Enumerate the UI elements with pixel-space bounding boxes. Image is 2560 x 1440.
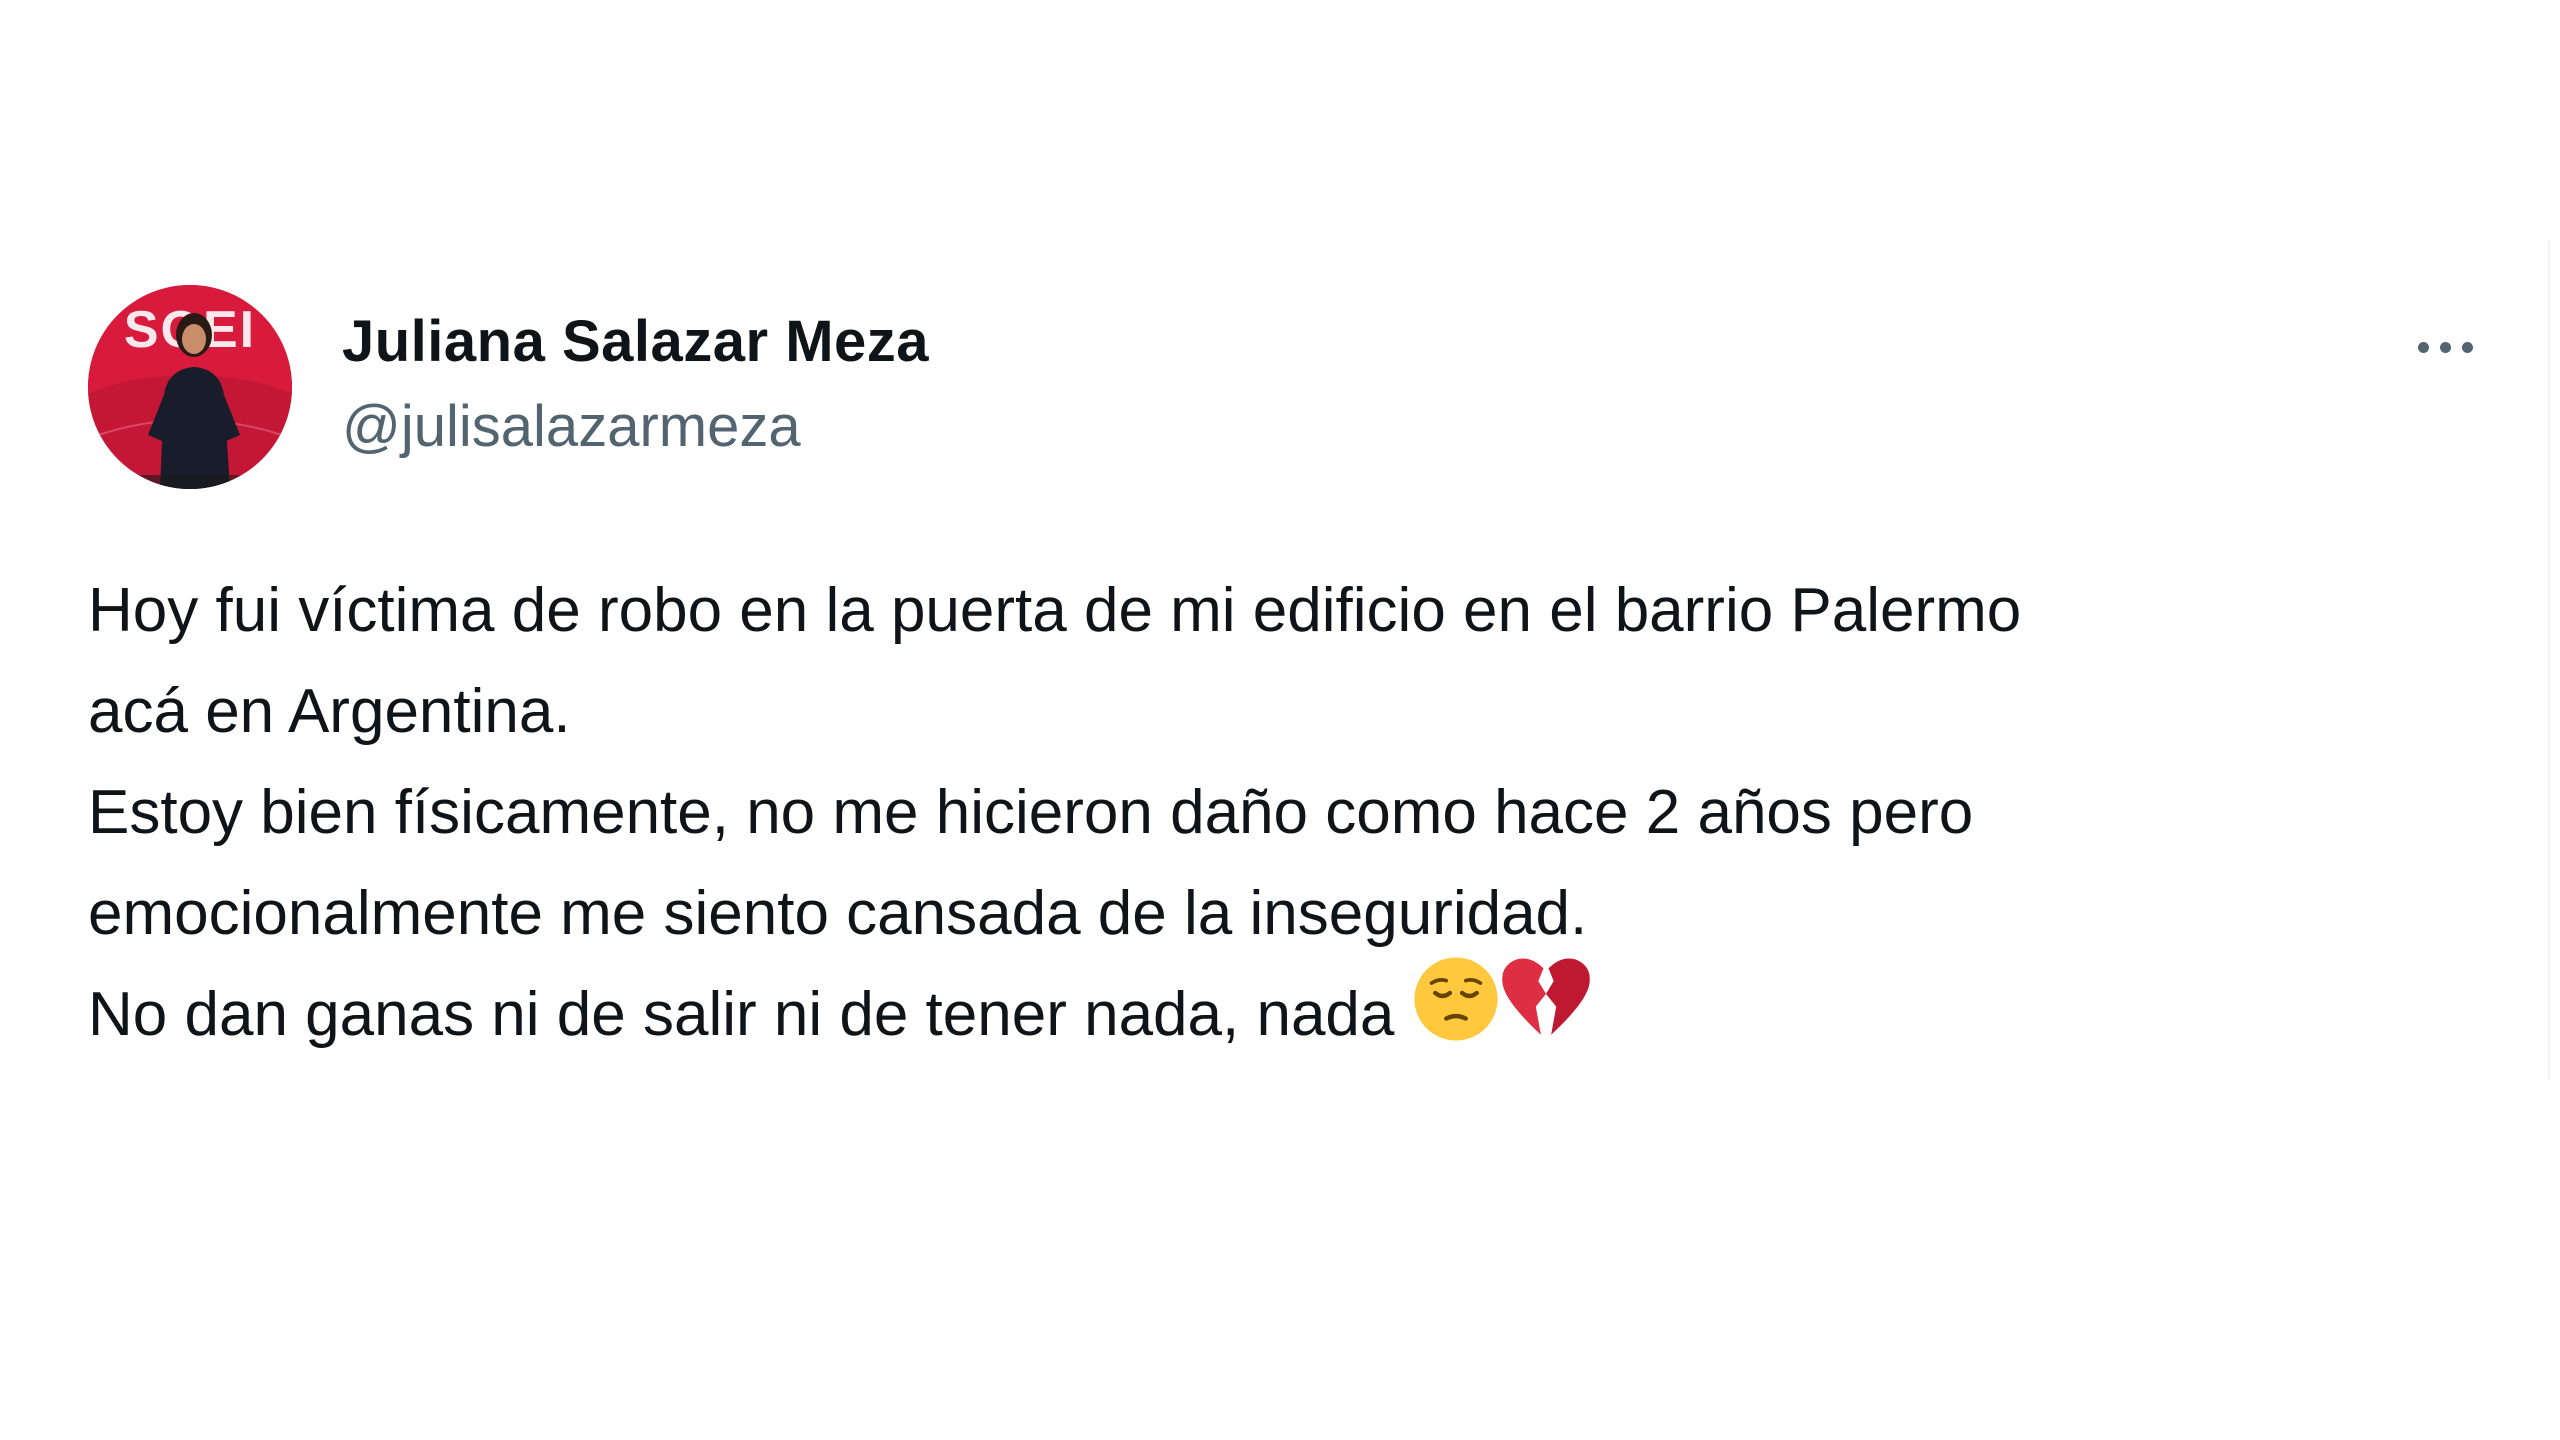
avatar-image: SOEI xyxy=(88,285,292,489)
pensive-face-icon xyxy=(1412,955,1500,1073)
tweet-text-line: Hoy fui víctima de robo en la puerta de … xyxy=(88,576,2022,645)
tweet-text-line: Estoy bien físicamente, no me hicieron d… xyxy=(88,778,1974,847)
broken-heart-icon xyxy=(1500,955,1592,1073)
tweet-text-line: emocionalmente me siento cansada de la i… xyxy=(88,879,1588,948)
author-name[interactable]: Juliana Salazar Meza xyxy=(342,308,929,376)
tweet-text-line: No dan ganas ni de salir ni de tener nad… xyxy=(88,980,1395,1049)
avatar[interactable]: SOEI xyxy=(88,285,292,489)
tweet-text-line: acá en Argentina. xyxy=(88,677,571,746)
tweet-text: Hoy fui víctima de robo en la puerta de … xyxy=(88,560,2508,1073)
tweet-text-line-last: No dan ganas ni de salir ni de tener nad… xyxy=(88,957,2508,1073)
tweet-card: SOEI Juliana Salazar Meza @julisalazarme… xyxy=(0,0,2560,1440)
author-handle[interactable]: @julisalazarmeza xyxy=(342,393,801,461)
more-options-button[interactable] xyxy=(2390,320,2500,374)
card-border xyxy=(2548,240,2550,1080)
more-dot-icon xyxy=(2417,341,2429,353)
more-dot-icon xyxy=(2461,341,2473,353)
more-dot-icon xyxy=(2439,341,2451,353)
